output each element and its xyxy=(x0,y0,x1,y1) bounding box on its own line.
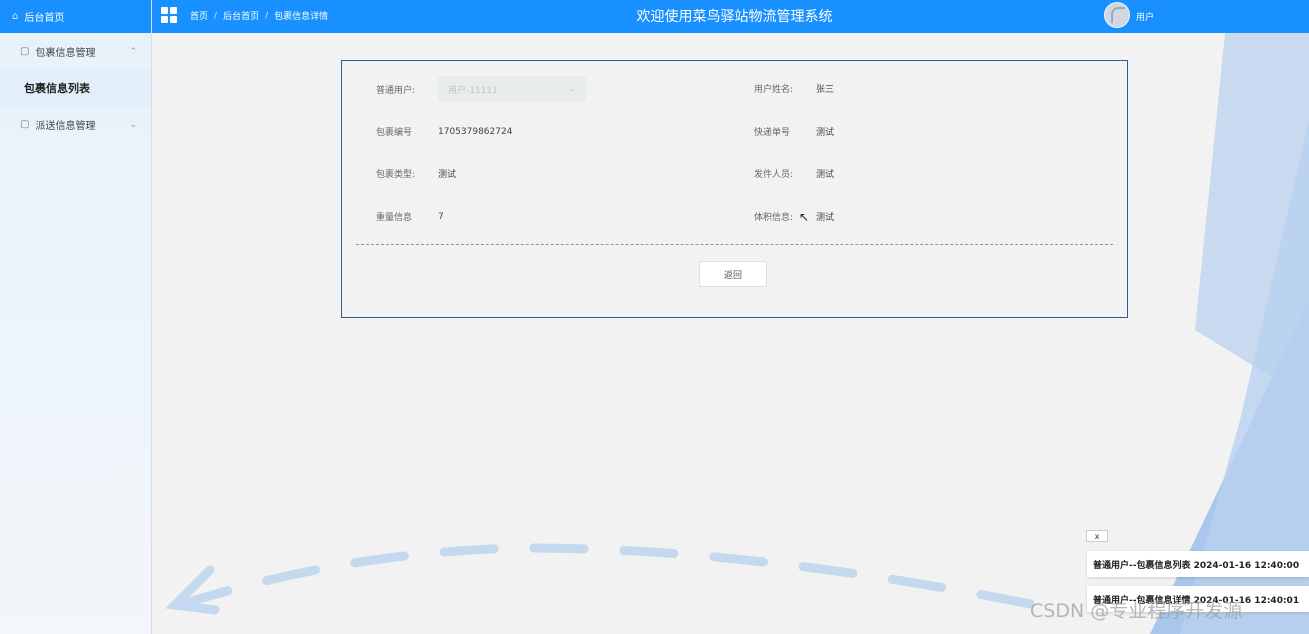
field-value: 测试 xyxy=(816,213,835,223)
user-menu-label[interactable]: 用户 xyxy=(1136,10,1154,23)
user-select-field: 普通用户: 用户-11111 ⌄ xyxy=(376,76,586,102)
user-select[interactable]: 用户-11111 ⌄ xyxy=(438,76,586,102)
field-label: 用户姓名: xyxy=(754,85,794,95)
field-label: 快递单号 xyxy=(754,128,791,138)
field-label: 包裹编号 xyxy=(376,128,413,138)
menu-group-delivery[interactable]: ▢ 派送信息管理 ⌄ xyxy=(0,106,151,143)
field-value: 7 xyxy=(438,211,444,222)
menu-group-label: 派送信息管理 xyxy=(35,121,96,132)
chevron-up-icon: ⌃ xyxy=(129,46,137,57)
select-value: 用户-11111 xyxy=(448,85,498,96)
menu-group-package[interactable]: ▢ 包裹信息管理 ⌃ xyxy=(0,33,151,70)
field-label: 包裹类型: xyxy=(376,170,416,180)
home-icon: ⌂ xyxy=(12,11,19,22)
notification-item: 普通用户--包裹信息列表 2024-01-16 12:40:00 xyxy=(1087,551,1309,577)
field-value: 1705379862724 xyxy=(438,126,513,137)
chevron-down-icon: ⌄ xyxy=(568,84,576,94)
field-volume: 体积信息: 测试 xyxy=(754,210,834,223)
sidebar-home-link[interactable]: ⌂ 后台首页 xyxy=(0,0,151,33)
document-icon: ▢ xyxy=(20,119,30,130)
notification-close-button[interactable]: x xyxy=(1086,530,1108,542)
sidebar: ⌂ 后台首页 ▢ 包裹信息管理 ⌃ 包裹信息列表 ▢ 派送信息管理 ⌄ xyxy=(0,0,152,634)
document-icon: ▢ xyxy=(20,46,30,57)
sidebar-home-label: 后台首页 xyxy=(24,13,65,24)
field-package-number: 包裹编号 1705379862724 xyxy=(376,125,513,139)
watermark: CSDN @专业程序开发源 xyxy=(1030,600,1243,622)
field-weight: 重量信息 7 xyxy=(376,210,444,224)
dashed-divider xyxy=(356,244,1113,245)
field-value: 测试 xyxy=(438,170,457,180)
field-user-name: 用户姓名: 张三 xyxy=(754,82,834,95)
field-label: 发件人员: xyxy=(754,170,794,180)
package-detail-card: 普通用户: 用户-11111 ⌄ 用户姓名: 张三 包裹编号 170537986… xyxy=(341,60,1128,318)
field-tracking-number: 快递单号 测试 xyxy=(754,125,834,138)
field-label: 普通用户: xyxy=(376,85,416,96)
field-value: 张三 xyxy=(816,85,835,95)
field-value: 测试 xyxy=(816,128,835,138)
back-button[interactable]: 返回 xyxy=(699,261,767,287)
menu-group-label: 包裹信息管理 xyxy=(35,48,96,59)
chevron-down-icon: ⌄ xyxy=(129,119,137,130)
avatar[interactable] xyxy=(1104,2,1130,28)
field-sender: 发件人员: 测试 xyxy=(754,167,834,180)
field-package-type: 包裹类型: 测试 xyxy=(376,167,456,180)
mouse-cursor-icon: ↖ xyxy=(799,210,810,224)
field-value: 测试 xyxy=(816,170,835,180)
field-label: 重量信息 xyxy=(376,213,413,223)
sidebar-item-package-list[interactable]: 包裹信息列表 xyxy=(0,70,151,106)
top-header: 首页 / 后台首页 / 包裹信息详情 欢迎使用菜鸟驿站物流管理系统 用户 xyxy=(152,0,1309,33)
